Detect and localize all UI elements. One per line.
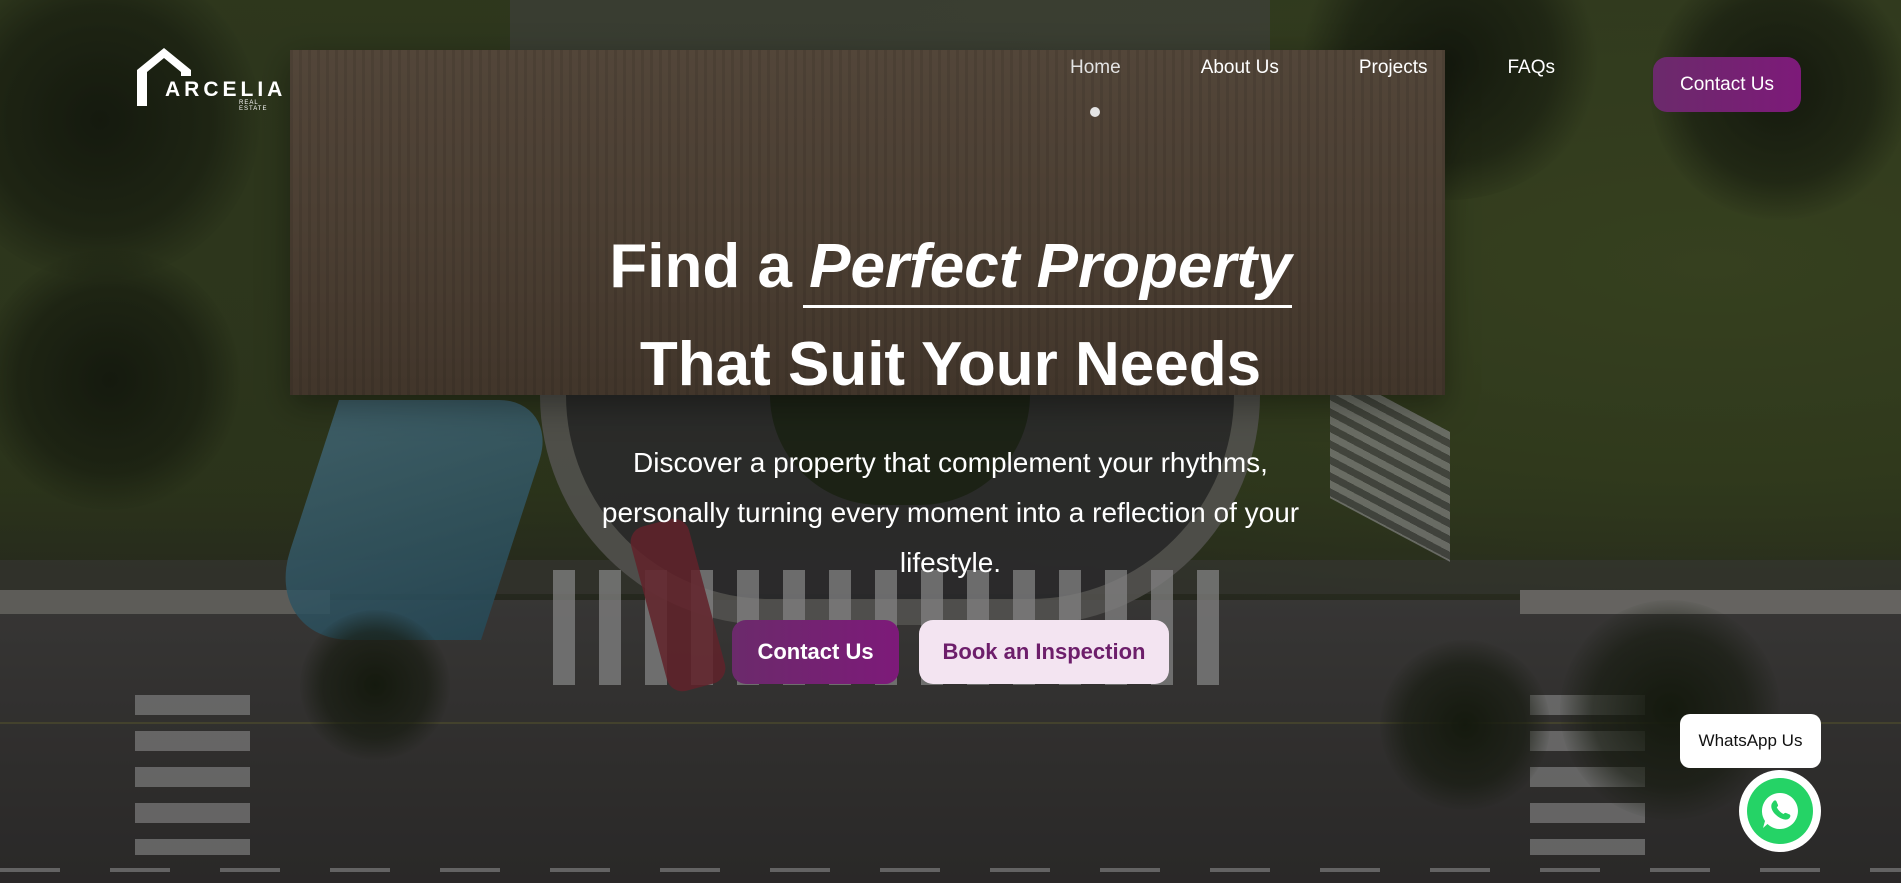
nav-projects[interactable]: Projects	[1359, 57, 1428, 79]
header-contact-button[interactable]: Contact Us	[1653, 57, 1801, 112]
nav-faqs[interactable]: FAQs	[1507, 57, 1555, 79]
brand-name: ARCELIA	[165, 78, 287, 101]
nav-home[interactable]: Home	[1070, 57, 1121, 117]
hero-description: Discover a property that complement your…	[601, 447, 1300, 578]
brand-logo[interactable]: ARCELIA REAL ESTATE	[135, 46, 285, 112]
hero-title-emphasis: Perfect Property	[803, 232, 1293, 308]
whatsapp-button[interactable]	[1739, 770, 1821, 852]
book-inspection-button[interactable]: Book an Inspection	[919, 620, 1169, 684]
contact-us-button[interactable]: Contact Us	[732, 620, 899, 684]
whatsapp-label[interactable]: WhatsApp Us	[1680, 714, 1821, 768]
brand-tagline: REAL ESTATE	[239, 100, 268, 112]
nav-about-us[interactable]: About Us	[1201, 57, 1279, 79]
nav-home-label: Home	[1070, 57, 1121, 78]
hero-title-line-1: Find a Perfect Property	[0, 232, 1901, 308]
whatsapp-icon	[1747, 778, 1813, 844]
main-nav: Home About Us Projects FAQs	[1070, 57, 1635, 117]
hero-title-prefix: Find a	[609, 232, 810, 301]
hero-title-line-2: That Suit Your Needs	[639, 330, 1262, 399]
